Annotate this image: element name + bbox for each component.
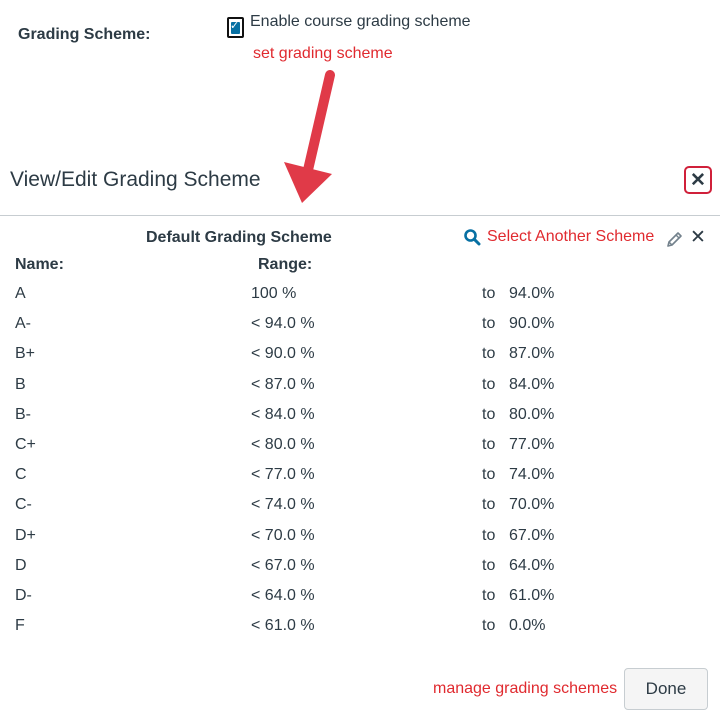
range-high: < 64.0 % [251, 586, 315, 604]
grade-name: B- [15, 405, 31, 423]
grade-name: D [15, 556, 27, 574]
table-row: D+ < 70.0 % to 67.0% [0, 523, 720, 553]
grade-name: C+ [15, 435, 36, 453]
table-row: B+ < 90.0 % to 87.0% [0, 341, 720, 371]
range-low: 70.0% [509, 496, 555, 514]
range-to: to [482, 526, 496, 544]
table-row: D < 67.0 % to 64.0% [0, 553, 720, 583]
range-high: 100 % [251, 285, 297, 302]
select-another-scheme-link[interactable]: Select Another Scheme [463, 228, 654, 246]
annotation-text: set grading scheme [253, 45, 393, 62]
range-high: < 61.0 % [251, 617, 315, 635]
close-icon: ✕ [690, 169, 706, 191]
dialog-close-button[interactable]: ✕ [684, 166, 712, 194]
table-row: A- < 94.0 % to 90.0% [0, 311, 720, 341]
table-row: F < 61.0 % to 0.0% [0, 613, 720, 643]
range-to: to [482, 285, 496, 302]
table-row: D- < 64.0 % to 61.0% [0, 583, 720, 613]
grade-name: F [15, 617, 25, 635]
range-high: < 87.0 % [251, 375, 315, 393]
column-header-range: Range: [258, 256, 313, 273]
range-to: to [482, 496, 496, 514]
range-high: < 77.0 % [251, 466, 315, 484]
enable-grading-label[interactable]: Enable course grading scheme [250, 13, 471, 31]
range-high: < 74.0 % [251, 496, 315, 514]
range-low: 87.0% [509, 345, 555, 363]
range-low: 64.0% [509, 556, 555, 574]
range-low: 61.0% [509, 586, 555, 604]
grade-name: D+ [15, 526, 36, 544]
scheme-name: Default Grading Scheme [146, 229, 332, 246]
dialog-divider [0, 215, 720, 216]
done-button[interactable]: Done [624, 668, 708, 710]
range-to: to [482, 345, 496, 363]
range-low: 80.0% [509, 405, 555, 423]
range-low: 94.0% [509, 285, 555, 302]
search-icon [464, 229, 481, 246]
pencil-icon[interactable] [664, 230, 684, 250]
table-row: C+ < 80.0 % to 77.0% [0, 432, 720, 462]
range-to: to [482, 617, 496, 635]
range-high: < 84.0 % [251, 405, 315, 423]
table-row: A 100 % to 94.0% [0, 281, 720, 311]
grading-scheme-label: Grading Scheme: [18, 26, 151, 43]
table-row: C- < 74.0 % to 70.0% [0, 492, 720, 522]
range-to: to [482, 556, 496, 574]
range-low: 0.0% [509, 617, 546, 635]
range-high: < 70.0 % [251, 526, 315, 544]
table-row: C < 77.0 % to 74.0% [0, 462, 720, 492]
range-high: < 94.0 % [251, 315, 315, 333]
grade-name: A- [15, 315, 31, 333]
enable-grading-checkbox[interactable]: ✓ [227, 17, 244, 38]
range-low: 74.0% [509, 466, 555, 484]
range-high: < 80.0 % [251, 435, 315, 453]
select-another-scheme-label: Select Another Scheme [487, 228, 655, 245]
grade-name: C- [15, 496, 32, 514]
grade-name: A [15, 285, 26, 302]
checkmark-icon: ✓ [230, 20, 240, 32]
manage-grading-schemes-link[interactable]: manage grading schemes [433, 680, 617, 698]
range-low: 67.0% [509, 526, 555, 544]
range-low: 90.0% [509, 315, 555, 333]
range-to: to [482, 466, 496, 484]
dialog-title: View/Edit Grading Scheme [10, 168, 261, 191]
range-to: to [482, 586, 496, 604]
grade-name: D- [15, 586, 32, 604]
annotation-arrow-icon [284, 70, 335, 203]
table-row: B < 87.0 % to 84.0% [0, 372, 720, 402]
range-to: to [482, 375, 496, 393]
grade-name: B [15, 375, 26, 393]
range-to: to [482, 315, 496, 333]
grading-scheme-table: A 100 % to 94.0% A- < 94.0 % to 90.0% B+ < 90.0 %… [0, 281, 720, 643]
range-high: < 90.0 % [251, 345, 315, 363]
range-to: to [482, 405, 496, 423]
range-to: to [482, 435, 496, 453]
range-low: 84.0% [509, 375, 555, 393]
table-row: B- < 84.0 % to 80.0% [0, 402, 720, 432]
grade-name: B+ [15, 345, 36, 363]
column-header-name: Name: [15, 256, 64, 273]
grade-name: C [15, 466, 27, 484]
range-low: 77.0% [509, 435, 555, 453]
range-high: < 67.0 % [251, 556, 315, 574]
remove-scheme-icon[interactable]: ✕ [690, 228, 706, 247]
